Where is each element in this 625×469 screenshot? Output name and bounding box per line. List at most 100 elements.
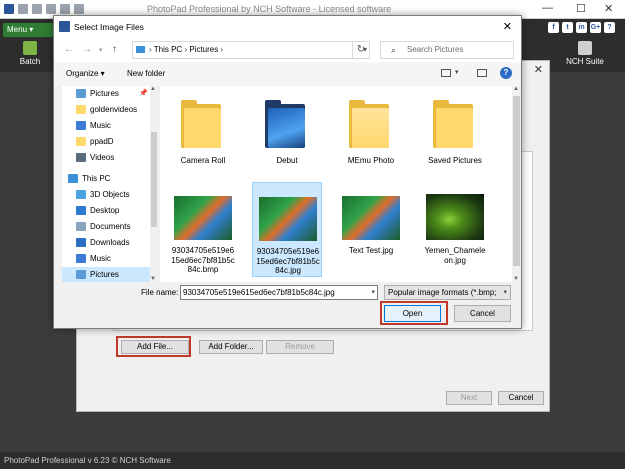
chevron-down-icon[interactable]: ▾ (503, 286, 507, 299)
folder-tile-memu-photo[interactable]: MEmu Photo (336, 90, 406, 185)
search-placeholder: Search Pictures (407, 45, 464, 54)
dialog-cancel-button[interactable]: Cancel (454, 305, 511, 322)
file-name: Camera Roll (180, 156, 226, 165)
up-arrow-icon[interactable]: ↑ (112, 44, 117, 55)
copy-icon[interactable] (60, 4, 70, 14)
dialog-nav-bar: ← → ▾ ↑ › This PC › Pictures › ▾ ↻ ⌕ Sea… (54, 38, 521, 62)
image-thumbnail (259, 197, 317, 241)
view-dropdown-icon[interactable]: ▾ (455, 68, 459, 76)
new-folder-button[interactable]: New folder (127, 69, 165, 78)
scroll-down-icon[interactable]: ▼ (513, 276, 519, 282)
file-name: Text Test.jpg (348, 246, 394, 255)
minimize-icon[interactable]: — (542, 2, 553, 14)
scroll-down-icon[interactable]: ▼ (150, 276, 156, 282)
folder-icon (433, 100, 473, 148)
nch-suite-button[interactable]: NCH Suite (565, 41, 605, 66)
nav-item-label: Pictures (90, 270, 119, 279)
paste-icon[interactable] (74, 4, 84, 14)
navigation-pane[interactable]: Pictures 📌 goldenvideos Music ppadD Vide… (62, 86, 158, 282)
preview-pane-icon[interactable] (477, 69, 487, 77)
image-tile-bmp[interactable]: 93034705e519e615ed6ec7bf81b5c84c.bmp (168, 182, 238, 277)
nav-item-this-pc[interactable]: This PC (62, 171, 150, 187)
facebook-icon[interactable]: f (548, 22, 559, 33)
twitter-icon[interactable]: t (562, 22, 573, 33)
forward-arrow-icon[interactable]: → (82, 44, 92, 55)
file-type-value: Popular image formats (*.bmp; (388, 288, 497, 297)
organize-button[interactable]: Organize ▾ (66, 69, 105, 78)
maximize-icon[interactable]: ☐ (576, 2, 586, 15)
nav-item-ppadd[interactable]: ppadD (62, 134, 150, 150)
help-icon[interactable]: ? (604, 22, 615, 33)
search-input[interactable]: ⌕ Search Pictures (380, 41, 514, 59)
save-icon[interactable] (18, 4, 28, 14)
batch-icon (23, 41, 37, 55)
folder-icon (349, 100, 389, 148)
image-tile-yemen-chameleon[interactable]: Yemen_Chameleon.jpg (420, 182, 490, 277)
folder-tile-camera-roll[interactable]: Camera Roll (168, 90, 238, 185)
view-options-icon[interactable] (441, 69, 451, 77)
cancel-button[interactable]: Cancel (498, 391, 544, 405)
scroll-up-icon[interactable]: ▲ (513, 86, 519, 92)
breadcrumb-this-pc[interactable]: This PC (154, 45, 182, 54)
refresh-button[interactable]: ↻ (352, 41, 370, 59)
next-button[interactable]: Next (446, 391, 492, 405)
nav-item-pictures[interactable]: Pictures (62, 267, 150, 282)
image-thumbnail (342, 196, 400, 240)
undo-icon[interactable] (32, 4, 42, 14)
nav-item-documents[interactable]: Documents (62, 219, 150, 235)
redo-icon[interactable] (46, 4, 56, 14)
file-name: 93034705e519e615ed6ec7bf81b5c84c.bmp (171, 246, 235, 274)
search-icon: ⌕ (391, 45, 397, 55)
dialog-close-icon[interactable]: ✕ (503, 20, 512, 33)
batch-button[interactable]: Batch (10, 41, 50, 66)
nav-item-music[interactable]: Music (62, 251, 150, 267)
add-folder-button[interactable]: Add Folder... (199, 340, 263, 354)
linkedin-icon[interactable]: in (576, 22, 587, 33)
scrollbar-thumb[interactable] (151, 132, 157, 227)
help-icon[interactable]: ? (500, 67, 512, 79)
recent-locations-icon[interactable]: ▾ (99, 46, 103, 54)
address-bar[interactable]: › This PC › Pictures › ▾ (132, 41, 370, 59)
nav-item-desktop[interactable]: Desktop (62, 203, 150, 219)
nav-item-3d-objects[interactable]: 3D Objects (62, 187, 150, 203)
nav-item-label: Music (90, 254, 111, 263)
file-list-pane[interactable]: Camera Roll Debut MEmu Photo Saved Pictu… (160, 86, 512, 282)
address-separator-icon: › (220, 45, 224, 54)
nav-item-goldenvideos[interactable]: goldenvideos (62, 102, 150, 118)
folder-tile-saved-pictures[interactable]: Saved Pictures (420, 90, 490, 185)
batch-close-icon[interactable]: ✕ (534, 63, 543, 76)
folder-tile-debut[interactable]: Debut (252, 90, 322, 185)
close-icon[interactable]: ✕ (604, 2, 613, 15)
pictures-icon (76, 89, 86, 98)
image-tile-text-test[interactable]: Text Test.jpg (336, 182, 406, 277)
scrollbar-thumb[interactable] (513, 96, 520, 266)
nav-item-downloads[interactable]: Downloads (62, 235, 150, 251)
back-arrow-icon[interactable]: ← (64, 44, 74, 55)
pin-icon[interactable]: 📌 (139, 86, 148, 102)
nav-item-label: goldenvideos (90, 105, 138, 114)
nav-item-videos[interactable]: Videos (62, 150, 150, 166)
file-pane-scrollbar[interactable]: ▲ ▼ (512, 86, 521, 282)
dialog-app-icon (59, 21, 70, 32)
breadcrumb-pictures[interactable]: Pictures (189, 45, 218, 54)
nav-item-label: ppadD (90, 137, 114, 146)
nav-item-label: Desktop (90, 206, 120, 215)
scroll-up-icon[interactable]: ▲ (150, 86, 156, 92)
image-tile-jpg-selected[interactable]: 93034705e519e615ed6ec7bf81b5c84c.jpg (252, 182, 322, 277)
3d-objects-icon (76, 190, 86, 199)
nav-pane-scrollbar[interactable]: ▲ ▼ (150, 86, 158, 282)
menu-button[interactable]: Menu ▾ (3, 23, 53, 37)
remove-button[interactable]: Remove (266, 340, 334, 354)
file-type-filter[interactable]: Popular image formats (*.bmp; ▾ (384, 285, 511, 300)
videos-icon (76, 153, 86, 162)
nav-item-label: Videos (90, 153, 115, 162)
downloads-icon (76, 238, 86, 247)
googleplus-icon[interactable]: G+ (590, 22, 601, 33)
chevron-down-icon[interactable]: ▾ (371, 286, 375, 299)
quick-access-toolbar (4, 4, 84, 14)
file-name-value: 93034705e519e615ed6ec7bf81b5c84c.jpg (183, 288, 335, 297)
file-name-field[interactable]: 93034705e519e615ed6ec7bf81b5c84c.jpg ▾ (180, 285, 378, 300)
music-icon (76, 254, 86, 263)
nav-item-music-quick[interactable]: Music (62, 118, 150, 134)
nav-item-pictures-quick[interactable]: Pictures 📌 (62, 86, 150, 102)
